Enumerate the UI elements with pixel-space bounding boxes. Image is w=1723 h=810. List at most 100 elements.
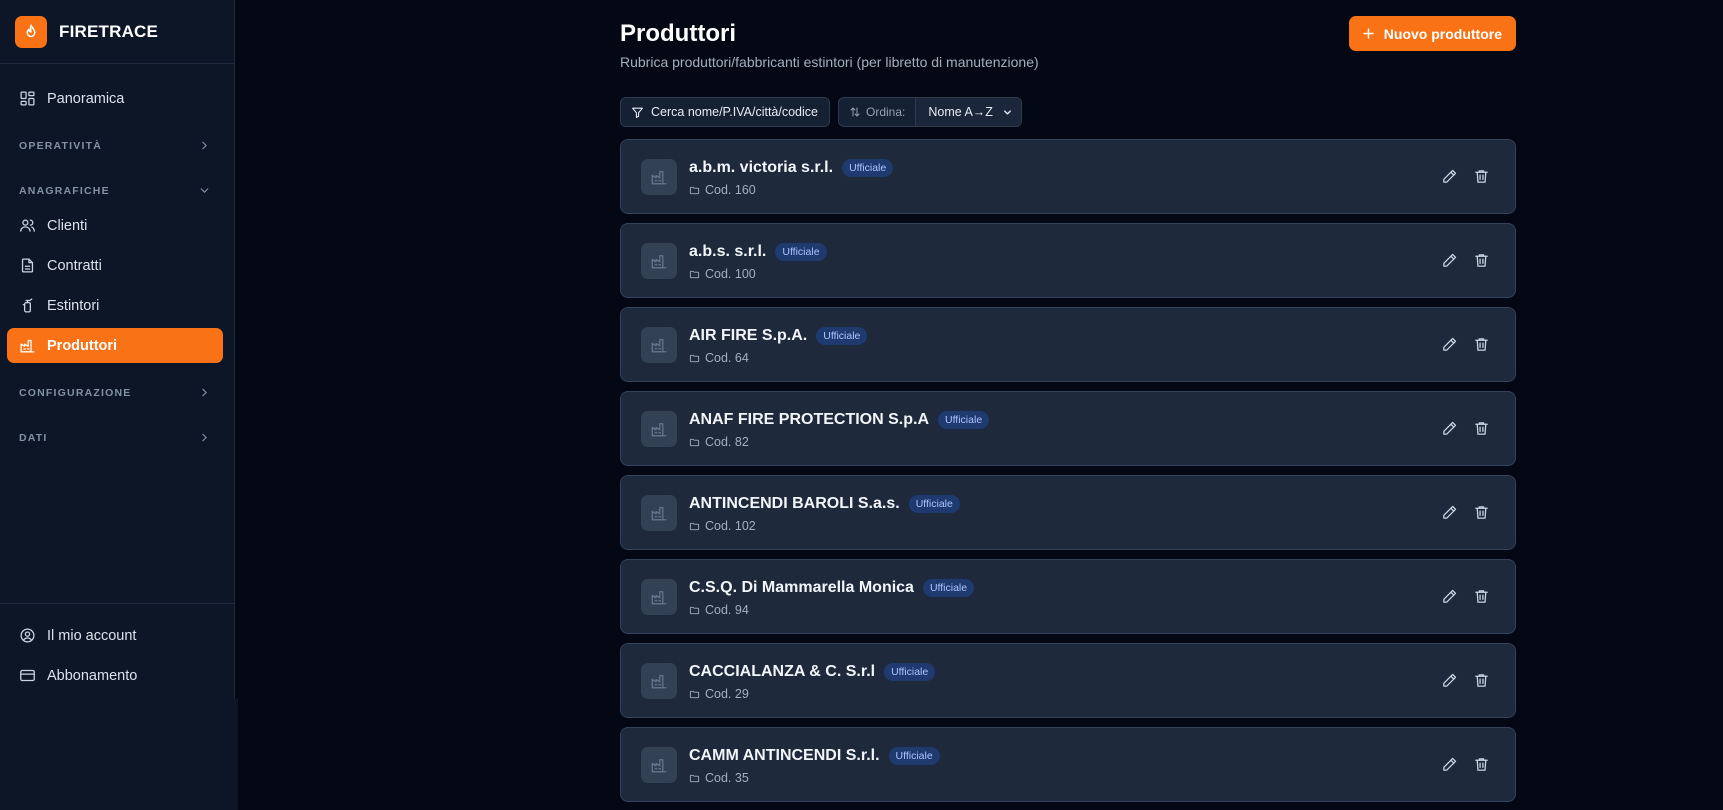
filter-icon bbox=[632, 107, 643, 118]
section-operativita[interactable]: OPERATIVITÀ bbox=[19, 139, 211, 152]
chevron-right-icon bbox=[202, 388, 207, 397]
factory-icon bbox=[641, 327, 677, 363]
producer-code-text: Cod. 100 bbox=[705, 267, 756, 281]
sort-control: Ordina: Nome A→Z bbox=[837, 97, 1022, 127]
search-filter-label: Cerca nome/P.IVA/città/codice bbox=[651, 105, 818, 119]
producer-code: Cod. 35 bbox=[689, 771, 749, 785]
producer-card[interactable]: a.b.s. s.r.l. Ufficiale Cod. 100 bbox=[620, 223, 1516, 298]
chevron-right-icon bbox=[202, 141, 207, 150]
folder-icon bbox=[689, 690, 700, 698]
producer-code-text: Cod. 160 bbox=[705, 183, 756, 197]
folder-icon bbox=[689, 774, 700, 782]
sort-label-text: Ordina: bbox=[865, 105, 906, 119]
chevron-down-icon bbox=[1004, 109, 1011, 115]
status-badge: Ufficiale bbox=[908, 495, 960, 513]
status-badge: Ufficiale bbox=[816, 327, 868, 345]
edit-icon[interactable] bbox=[1441, 588, 1458, 605]
section-label: DATI bbox=[19, 431, 48, 444]
status-badge: Ufficiale bbox=[884, 663, 936, 681]
new-producer-button[interactable]: Nuovo produttore bbox=[1348, 16, 1516, 51]
producer-title-row: ANAF FIRE PROTECTION S.p.A Ufficiale bbox=[689, 411, 990, 429]
sidebar-item-contratti[interactable]: Contratti bbox=[7, 248, 223, 283]
trash-icon[interactable] bbox=[1473, 168, 1490, 185]
producer-title-row: ANTINCENDI BAROLI S.a.s. Ufficiale bbox=[689, 495, 960, 513]
producer-card[interactable]: ANAF FIRE PROTECTION S.p.A Ufficiale Cod… bbox=[620, 391, 1516, 466]
status-badge: Ufficiale bbox=[922, 579, 975, 597]
producer-name: AIR FIRE S.p.A. bbox=[689, 327, 808, 344]
edit-icon[interactable] bbox=[1441, 672, 1458, 689]
sidebar-item-produttori[interactable]: Produttori bbox=[7, 328, 223, 363]
section-anagrafiche[interactable]: ANAGRAFICHE bbox=[19, 184, 211, 197]
folder-icon bbox=[689, 270, 700, 278]
producer-card[interactable]: C.S.Q. Di Mammarella Monica Ufficiale Co… bbox=[620, 559, 1516, 634]
producer-title-row: CACCIALANZA & C. S.r.l Ufficiale bbox=[689, 663, 936, 681]
factory-icon bbox=[641, 159, 677, 195]
sidebar: FIRETRACE Panoramica OPERATIVITÀ ANAGRAF… bbox=[0, 0, 235, 810]
producer-title-row: a.b.m. victoria s.r.l. Ufficiale bbox=[689, 159, 894, 177]
trash-icon[interactable] bbox=[1473, 252, 1490, 269]
edit-icon[interactable] bbox=[1441, 336, 1458, 353]
search-filter-button[interactable]: Cerca nome/P.IVA/città/codice bbox=[620, 97, 830, 127]
section-configurazione[interactable]: CONFIGURAZIONE bbox=[19, 386, 211, 399]
sidebar-item-estintori[interactable]: Estintori bbox=[7, 288, 223, 323]
status-badge: Ufficiale bbox=[938, 411, 990, 429]
card-actions bbox=[1426, 672, 1490, 689]
producer-card[interactable]: CACCIALANZA & C. S.r.l Ufficiale Cod. 29 bbox=[620, 643, 1516, 718]
producer-title-row: CAMM ANTINCENDI S.r.l. Ufficiale bbox=[689, 747, 940, 765]
sidebar-item-label: Estintori bbox=[47, 297, 100, 314]
card-actions bbox=[1426, 756, 1490, 773]
factory-icon bbox=[641, 243, 677, 279]
card-actions bbox=[1426, 420, 1490, 437]
producer-code-text: Cod. 102 bbox=[705, 519, 756, 533]
sidebar-item-panoramica[interactable]: Panoramica bbox=[7, 81, 223, 116]
sidebar-item-abbonamento[interactable]: Abbonamento bbox=[7, 658, 223, 693]
edit-icon[interactable] bbox=[1441, 504, 1458, 521]
chevron-down-icon bbox=[200, 188, 209, 193]
edit-icon[interactable] bbox=[1441, 252, 1458, 269]
producer-code: Cod. 82 bbox=[689, 435, 749, 449]
edit-icon[interactable] bbox=[1441, 756, 1458, 773]
edit-icon[interactable] bbox=[1441, 420, 1458, 437]
factory-icon bbox=[641, 495, 677, 531]
edit-icon[interactable] bbox=[1441, 168, 1458, 185]
card-actions bbox=[1426, 168, 1490, 185]
sidebar-item-clienti[interactable]: Clienti bbox=[7, 208, 223, 243]
producer-card[interactable]: ANTINCENDI BAROLI S.a.s. Ufficiale Cod. … bbox=[620, 475, 1516, 550]
trash-icon[interactable] bbox=[1473, 420, 1490, 437]
producer-name: ANAF FIRE PROTECTION S.p.A bbox=[689, 411, 929, 428]
sidebar-item-account[interactable]: Il mio account bbox=[7, 618, 223, 653]
producer-card[interactable]: a.b.m. victoria s.r.l. Ufficiale Cod. 16… bbox=[620, 139, 1516, 214]
producer-name: ANTINCENDI BAROLI S.a.s. bbox=[689, 495, 900, 512]
trash-icon[interactable] bbox=[1473, 672, 1490, 689]
producer-code: Cod. 160 bbox=[689, 183, 756, 197]
producer-card[interactable]: CAMM ANTINCENDI S.r.l. Ufficiale Cod. 35 bbox=[620, 727, 1516, 802]
trash-icon[interactable] bbox=[1473, 588, 1490, 605]
brand[interactable]: FIRETRACE bbox=[0, 0, 234, 64]
trash-icon[interactable] bbox=[1473, 504, 1490, 521]
sidebar-item-label: Il mio account bbox=[47, 627, 137, 644]
sort-arrows-icon bbox=[850, 107, 860, 117]
producer-code: Cod. 100 bbox=[689, 267, 756, 281]
card-actions bbox=[1426, 252, 1490, 269]
sort-label: Ordina: bbox=[839, 98, 917, 126]
producer-code-text: Cod. 29 bbox=[705, 687, 749, 701]
sidebar-footer: Il mio account Abbonamento bbox=[0, 603, 234, 699]
factory-icon bbox=[641, 579, 677, 615]
producer-card[interactable]: AIR FIRE S.p.A. Ufficiale Cod. 64 bbox=[620, 307, 1516, 382]
section-label: ANAGRAFICHE bbox=[19, 184, 110, 197]
sort-select[interactable]: Nome A→Z bbox=[916, 98, 1021, 126]
producer-code: Cod. 29 bbox=[689, 687, 749, 701]
new-producer-label: Nuovo produttore bbox=[1383, 25, 1502, 42]
producer-title-row: AIR FIRE S.p.A. Ufficiale bbox=[689, 327, 868, 345]
user-circle-icon bbox=[20, 628, 35, 643]
trash-icon[interactable] bbox=[1473, 756, 1490, 773]
section-dati[interactable]: DATI bbox=[19, 431, 211, 444]
folder-icon bbox=[689, 354, 700, 362]
producer-code-text: Cod. 35 bbox=[705, 771, 749, 785]
folder-icon bbox=[689, 522, 700, 530]
page-subtitle: Rubrica produttori/fabbricanti estintori… bbox=[620, 54, 1039, 70]
trash-icon[interactable] bbox=[1473, 336, 1490, 353]
folder-icon bbox=[689, 606, 700, 614]
card-actions bbox=[1426, 588, 1490, 605]
producer-code-text: Cod. 94 bbox=[705, 603, 749, 617]
